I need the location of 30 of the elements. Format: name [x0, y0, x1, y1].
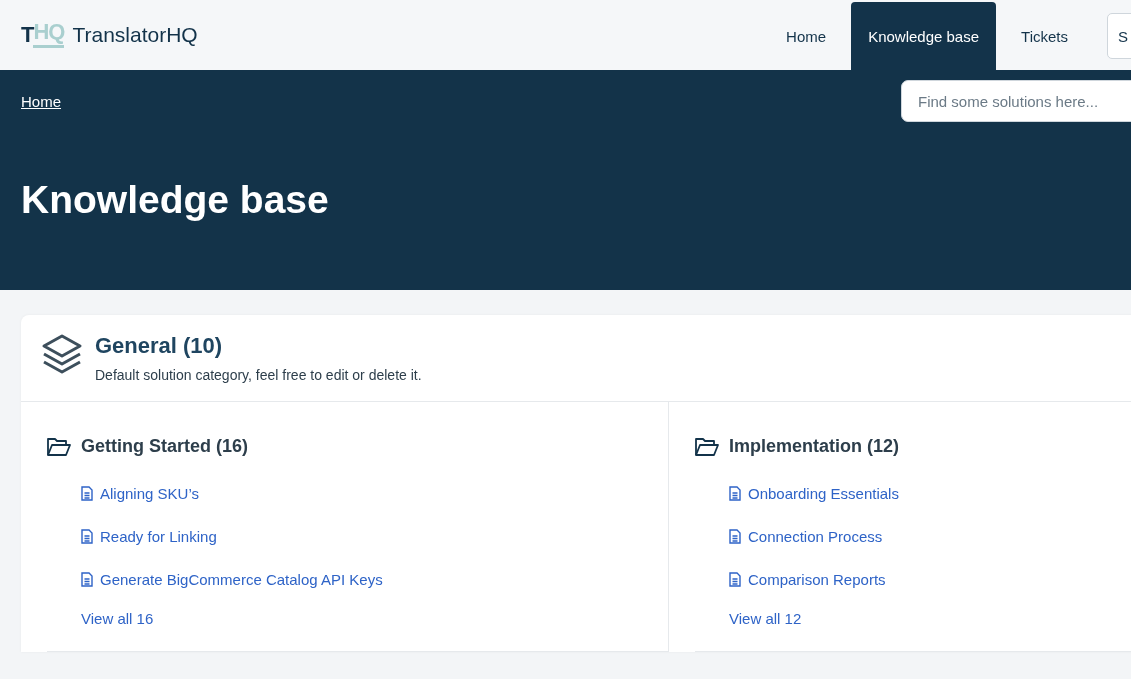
folder-icon [47, 436, 71, 457]
article-link[interactable]: Comparison Reports [729, 571, 1131, 588]
layers-icon [41, 333, 83, 375]
view-all-link[interactable]: View all 12 [729, 610, 1131, 627]
breadcrumb-link[interactable]: Home [21, 93, 61, 110]
article-link[interactable]: Generate BigCommerce Catalog API Keys [81, 571, 668, 588]
logo-mark: THQ [21, 22, 65, 48]
document-icon [729, 486, 741, 501]
article-link[interactable]: Onboarding Essentials [729, 485, 1131, 502]
nav-tab[interactable]: Tickets [1004, 2, 1085, 70]
folder-title: Getting Started (16) [81, 436, 249, 457]
category-description: Default solution category, feel free to edit or delete it. [95, 367, 422, 383]
nav-tab[interactable]: Knowledge base [851, 2, 997, 70]
folder-icon [695, 436, 719, 457]
article-link[interactable]: Connection Process [729, 528, 1131, 545]
document-icon [81, 486, 93, 501]
article-link[interactable]: Ready for Linking [81, 528, 668, 545]
document-icon [729, 572, 741, 587]
category-title: General (10) [95, 333, 224, 359]
document-icon [81, 529, 93, 544]
view-all-link[interactable]: View all 16 [81, 610, 668, 627]
article-link[interactable]: Aligning SKU’s [81, 485, 668, 502]
nav-tab[interactable]: Home [769, 2, 844, 70]
search-field[interactable]: Find some solutions here... [901, 80, 1131, 122]
page-title: Knowledge base [21, 178, 330, 222]
document-icon [729, 529, 741, 544]
sign-button[interactable]: S [1107, 13, 1131, 59]
document-icon [81, 572, 93, 587]
folder-title: Implementation (12) [729, 436, 900, 457]
brand-name: TranslatorHQ [72, 23, 198, 47]
